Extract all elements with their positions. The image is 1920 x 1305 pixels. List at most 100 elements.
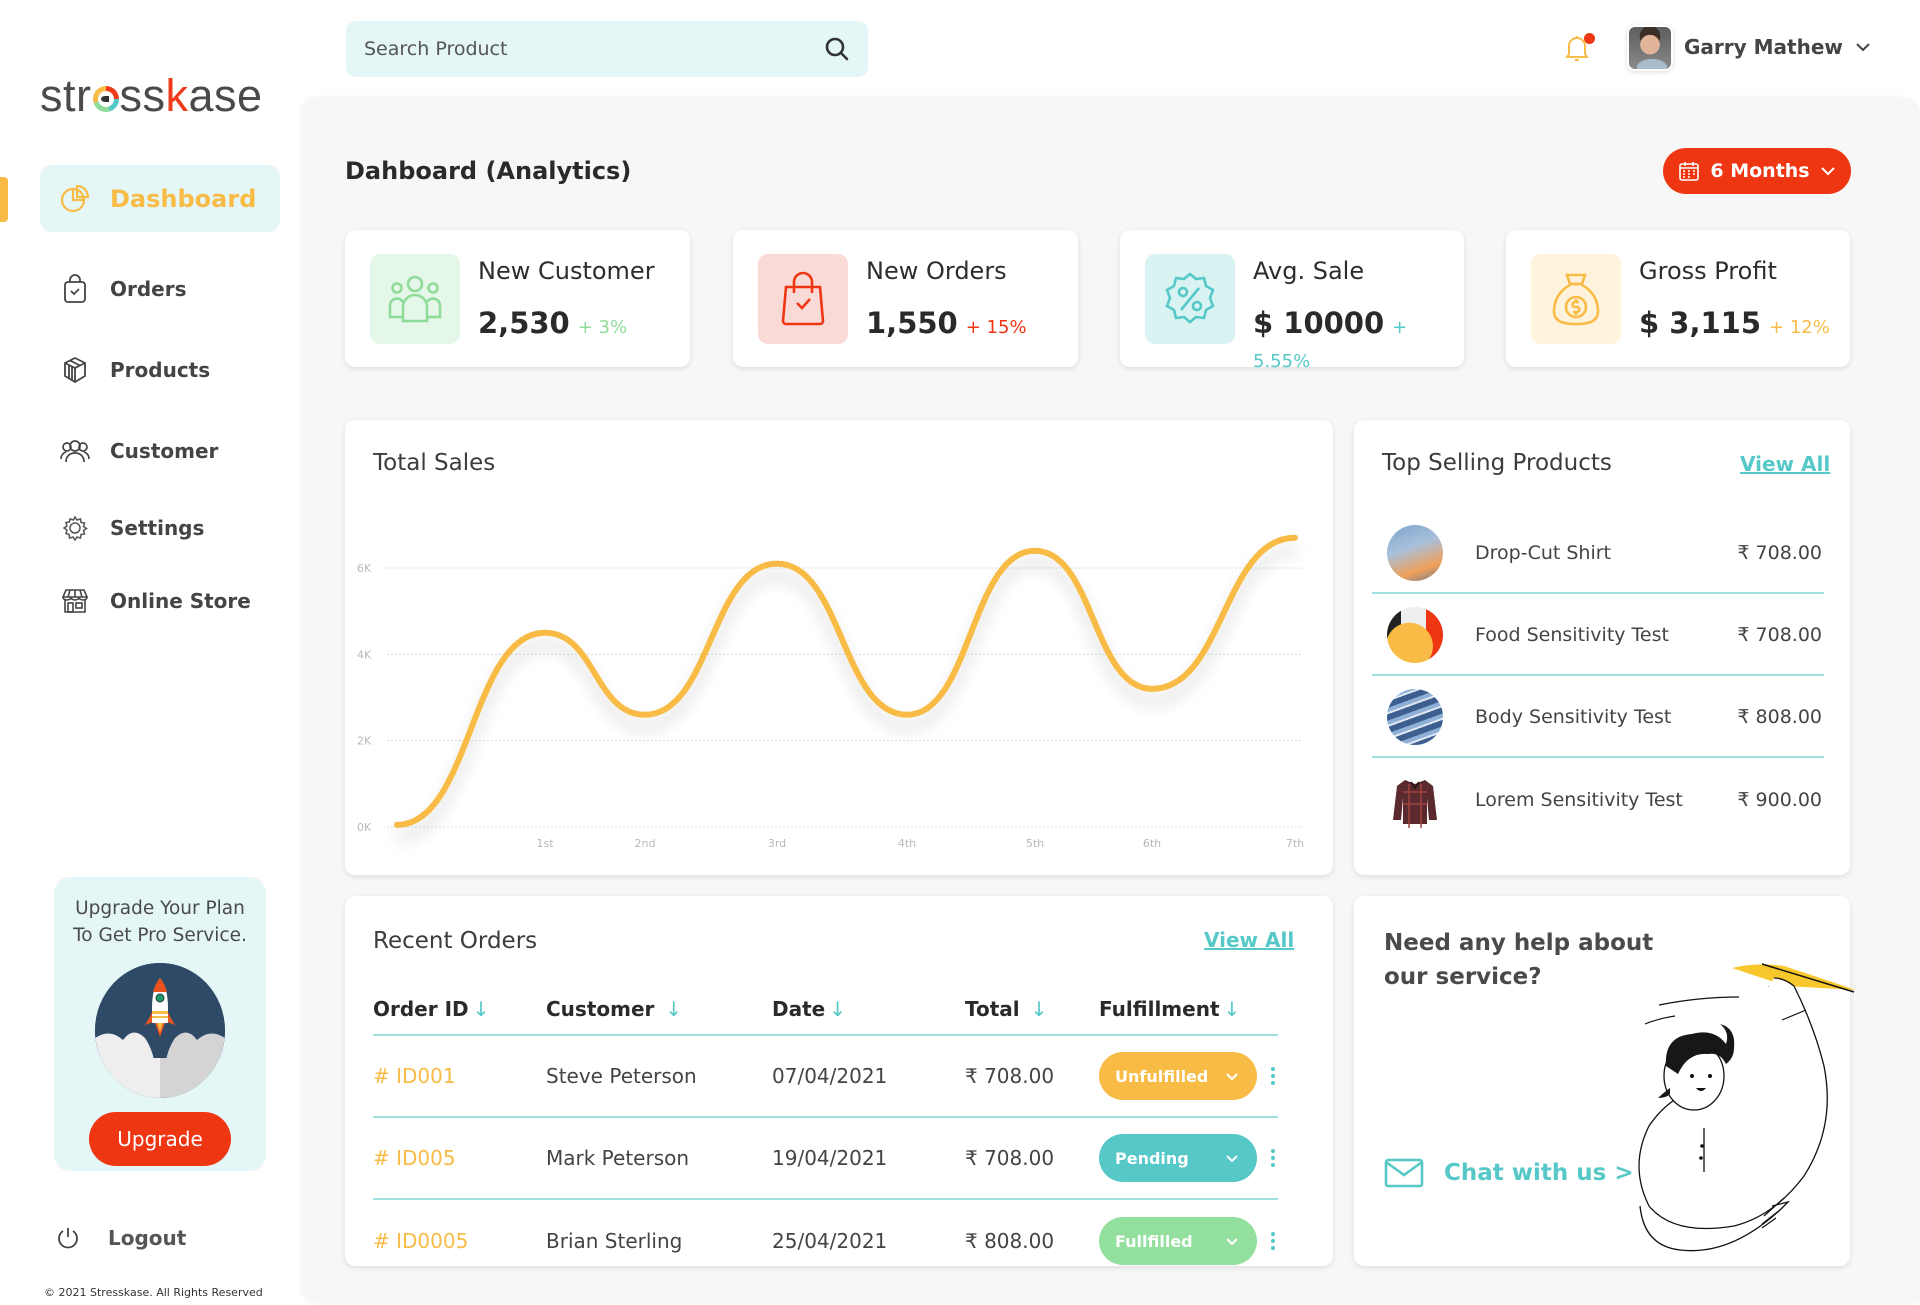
sales-line-chart: 0K 2K 4K 6K 1st 2nd 3rd 4th 5th 6th 7th (357, 534, 1304, 850)
user-menu[interactable]: Garry Mathew (1684, 35, 1871, 59)
sidebar-item-label: Products (110, 357, 211, 382)
order-id-link[interactable]: # ID005 (373, 1146, 456, 1170)
notification-dot (1584, 33, 1595, 44)
column-header-total[interactable]: Total ↓ (965, 997, 1099, 1021)
stat-value: $ 3,115 + 12% (1639, 306, 1830, 340)
order-id-link[interactable]: # ID0005 (373, 1229, 468, 1253)
column-header-order-id[interactable]: Order ID ↓ (373, 997, 546, 1021)
column-header-customer[interactable]: Customer ↓ (546, 997, 772, 1021)
user-name: Garry Mathew (1684, 35, 1843, 59)
logo-text: str (40, 70, 92, 121)
sidebar-item-orders[interactable]: Orders (40, 255, 280, 322)
sidebar-item-settings[interactable]: Settings (40, 494, 280, 561)
y-tick-label: 2K (357, 735, 372, 748)
top-selling-view-all-link[interactable]: View All (1740, 452, 1830, 476)
sidebar: str sskase Dashboard Orders Products Cust… (0, 0, 300, 1305)
logo-text: ase (188, 70, 263, 121)
sales-series-line (394, 534, 1298, 828)
column-header-fulfillment[interactable]: Fulfillment ↓ (1099, 997, 1278, 1021)
column-label: Total (965, 997, 1020, 1021)
x-tick-label: 4th (898, 837, 916, 850)
order-date: 07/04/2021 (772, 1064, 888, 1088)
percent-badge-icon (1145, 254, 1235, 344)
calendar-icon (1679, 162, 1700, 181)
recent-orders-view-all-link[interactable]: View All (1204, 928, 1294, 952)
sort-arrow-icon: ↓ (665, 997, 683, 1021)
product-list-item[interactable]: Lorem Sensitivity Test ₹ 900.00 (1372, 760, 1824, 840)
stat-number: 2,530 (478, 306, 570, 340)
rocket-illustration (95, 963, 225, 1098)
users-icon (370, 254, 460, 344)
active-nav-indicator (0, 177, 8, 222)
chevron-down-icon (1856, 43, 1870, 52)
sort-arrow-icon: ↓ (829, 997, 846, 1021)
logo-text-accent: k (165, 70, 189, 121)
logo[interactable]: str sskase (40, 70, 263, 122)
chat-label: Chat with us > (1444, 1160, 1634, 1186)
row-more-options-icon[interactable] (1271, 1149, 1277, 1167)
user-avatar[interactable] (1627, 25, 1673, 71)
logout-button[interactable]: Logout (56, 1226, 186, 1250)
upgrade-plan-text: Upgrade Your Plan To Get Pro Service. (54, 895, 266, 949)
sidebar-item-dashboard[interactable]: Dashboard (40, 165, 280, 232)
sort-arrow-icon: ↓ (1223, 997, 1241, 1021)
recent-orders-card: Recent Orders View All Order ID ↓ Custome… (345, 896, 1333, 1266)
stat-delta: + 12% (1769, 317, 1830, 338)
order-customer: Steve Peterson (546, 1064, 697, 1088)
stat-title: New Customer (478, 257, 655, 285)
money-bag-icon (1531, 254, 1621, 344)
pie-chart-icon (60, 184, 90, 214)
period-selector[interactable]: 6 Months (1663, 148, 1851, 194)
total-sales-card: Total Sales 0K 2K 4K 6K 1st 2nd 3rd 4th 5th 6th 7… (345, 420, 1333, 875)
chevron-down-icon (1226, 1237, 1238, 1245)
order-date: 19/04/2021 (772, 1146, 888, 1170)
product-thumbnail (1387, 525, 1443, 581)
sort-arrow-icon: ↓ (1030, 997, 1048, 1021)
stat-value: 2,530 + 3% (478, 306, 627, 340)
order-id-link[interactable]: # ID001 (373, 1064, 456, 1088)
sidebar-item-products[interactable]: Products (40, 336, 280, 403)
stat-card-new-customer[interactable]: New Customer 2,530 + 3% (345, 230, 690, 367)
stat-card-new-orders[interactable]: New Orders 1,550 + 15% (733, 230, 1078, 367)
x-tick-label: 2nd (635, 837, 656, 850)
upgrade-button[interactable]: Upgrade (89, 1112, 231, 1166)
fulfillment-status-dropdown[interactable]: Unfulfilled (1099, 1052, 1257, 1100)
recent-orders-title: Recent Orders (373, 928, 538, 954)
status-label: Pending (1115, 1148, 1189, 1168)
table-row: # ID001 Steve Peterson 07/04/2021 ₹ 708.… (373, 1036, 1278, 1118)
chevron-down-icon (1226, 1154, 1238, 1162)
fulfillment-status-dropdown[interactable]: Pending (1099, 1134, 1257, 1182)
product-list-item[interactable]: Body Sensitivity Test ₹ 808.00 (1372, 678, 1824, 758)
sidebar-item-customer[interactable]: Customer (40, 417, 280, 484)
orders-table-header: Order ID ↓ Customer ↓ Date ↓ Total ↓ Fulfi… (373, 984, 1278, 1036)
product-list-item[interactable]: Drop-Cut Shirt ₹ 708.00 (1372, 514, 1824, 594)
logout-label: Logout (108, 1226, 187, 1250)
chat-with-us-link[interactable]: Chat with us > (1384, 1158, 1634, 1188)
y-tick-label: 4K (357, 648, 372, 661)
stat-card-gross-profit[interactable]: Gross Profit $ 3,115 + 12% (1506, 230, 1850, 367)
row-more-options-icon[interactable] (1271, 1067, 1277, 1085)
fulfillment-status-dropdown[interactable]: Fullfilled (1099, 1217, 1257, 1265)
mail-icon (1384, 1158, 1424, 1188)
product-price: ₹ 900.00 (1737, 789, 1822, 811)
search-icon[interactable] (824, 36, 850, 62)
row-more-options-icon[interactable] (1271, 1232, 1277, 1250)
top-selling-card: Top Selling Products View All Drop-Cut S… (1354, 420, 1850, 875)
search-input[interactable] (364, 38, 824, 60)
order-date: 25/04/2021 (772, 1229, 888, 1253)
stat-card-avg-sale[interactable]: Avg. Sale $ 10000 + 5.55% (1120, 230, 1464, 372)
order-total: ₹ 708.00 (965, 1064, 1055, 1088)
notification-button[interactable] (1563, 33, 1595, 65)
order-customer: Mark Peterson (546, 1146, 690, 1170)
stat-number: $ 10000 (1253, 306, 1385, 340)
sidebar-item-online-store[interactable]: Online Store (40, 567, 280, 634)
help-card: Need any help about our service? Chat wi… (1354, 896, 1856, 1266)
product-name: Lorem Sensitivity Test (1475, 789, 1683, 811)
sidebar-item-label: Customer (110, 438, 219, 463)
column-label: Customer (546, 997, 655, 1021)
column-label: Fulfillment (1099, 997, 1220, 1021)
product-thumbnail (1387, 607, 1443, 663)
paper-plane-person-illustration (1638, 963, 1856, 1252)
column-header-date[interactable]: Date ↓ (772, 997, 965, 1021)
product-list-item[interactable]: Food Sensitivity Test ₹ 708.00 (1372, 596, 1824, 676)
